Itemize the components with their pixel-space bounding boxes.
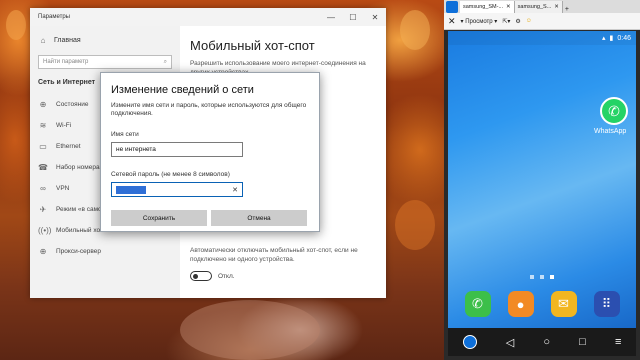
sidebar-item-label: Wi-Fi (56, 122, 72, 129)
gear-icon[interactable]: ⚙ (515, 18, 520, 25)
view-menu-label: Просмотр (465, 18, 493, 25)
page-dot (540, 275, 544, 279)
search-placeholder: Найти параметр (43, 59, 89, 65)
ethernet-icon: ▭ (39, 142, 47, 151)
dialog-title: Изменение сведений о сети (111, 84, 254, 96)
whatsapp-icon[interactable]: ✆ (600, 97, 628, 125)
status-icon: ⊕ (39, 100, 47, 109)
clock: 0:46 (617, 34, 631, 42)
messages-app-icon[interactable]: ✉ (550, 291, 577, 317)
apps-drawer-icon[interactable]: ⠿ (593, 291, 620, 317)
search-input[interactable]: Найти параметр ⌕ (38, 55, 172, 69)
search-icon: ⌕ (163, 58, 167, 65)
add-tab-icon[interactable]: + (565, 6, 569, 13)
status-bar: ▴ ▮ 0:46 (448, 31, 636, 45)
menu-icon[interactable]: ≡ (615, 336, 621, 348)
back-icon[interactable]: ◁ (506, 336, 514, 349)
phone-toolbar: ✕ ▾ Просмотр ▾ ⇱▾ ⚙ ☺ (444, 13, 640, 30)
foliage (400, 10, 430, 50)
contacts-app-icon[interactable]: ● (507, 291, 534, 317)
maximize-button[interactable]: ☐ (342, 13, 364, 22)
tab-label: samsung_S... (517, 4, 552, 10)
close-session-icon[interactable]: ✕ (448, 16, 456, 27)
password-label: Сетевой пароль (не менее 8 символов) (111, 171, 230, 178)
hotspot-icon: ((•)) (38, 226, 52, 235)
vpn-icon: ∞ (40, 184, 46, 193)
home-icon: ⌂ (40, 36, 46, 45)
auto-off-toggle[interactable] (190, 271, 212, 281)
close-tab-icon[interactable]: ✕ (554, 4, 559, 10)
home-icon[interactable]: ○ (543, 336, 550, 348)
settings-titlebar: Параметры — ☐ ✕ (30, 8, 386, 26)
teamviewer-icon (446, 1, 458, 13)
toggle-label: Откл. (218, 272, 235, 280)
home-label: Главная (54, 37, 81, 44)
tab-bar: samsung_SM-... ✕ samsung_S... ✕ + (444, 0, 640, 13)
globe-icon: ⊕ (39, 247, 47, 256)
tab-label: samsung_SM-... (463, 4, 504, 10)
wifi-icon: ≋ (39, 121, 47, 130)
sidebar-item-label: Набор номера (56, 164, 100, 171)
phone-app-icon[interactable]: ✆ (464, 291, 491, 317)
dialog-description: Измените имя сети и пароль, которые испо… (111, 102, 307, 117)
phone-screen[interactable]: ▴ ▮ 0:46 ✆ WhatsApp ✆ ● ✉ ⠿ (448, 31, 636, 328)
foliage (395, 200, 435, 250)
save-button[interactable]: Сохранить (111, 210, 207, 226)
sidebar-item-label: Прокси-сервер (56, 248, 101, 255)
phone-mirror-window: samsung_SM-... ✕ samsung_S... ✕ + ✕ ▾ Пр… (444, 0, 640, 360)
edit-network-dialog: Изменение сведений о сети Измените имя с… (100, 72, 320, 232)
auto-off-toggle-row: Откл. (190, 271, 235, 281)
password-field[interactable]: ✕ (111, 182, 243, 197)
emoji-icon[interactable]: ☺ (526, 18, 532, 24)
tab-device-1[interactable]: samsung_SM-... ✕ (460, 1, 515, 13)
page-title: Мобильный хот-спот (190, 38, 315, 53)
whatsapp-label: WhatsApp (594, 128, 627, 135)
close-tab-icon[interactable]: ✕ (506, 4, 511, 10)
cursor-icon[interactable]: ⇱▾ (502, 18, 510, 25)
password-selection (116, 185, 146, 194)
sidebar-item-label: Состояние (56, 101, 89, 108)
sidebar-item-globe[interactable]: ⊕ Прокси-сервер (30, 241, 180, 262)
network-name-label: Имя сети (111, 131, 139, 138)
phone-nav-bar: ◁ ○ □ ≡ (448, 328, 636, 356)
path (180, 300, 320, 360)
sidebar-item-label: VPN (56, 185, 70, 192)
wifi-icon: ▴ (602, 35, 606, 42)
page-dot (550, 275, 554, 279)
tab-device-2[interactable]: samsung_S... ✕ (514, 1, 563, 13)
network-name-value: не интернета (116, 146, 156, 153)
clear-icon[interactable]: ✕ (232, 186, 238, 194)
window-title: Параметры (38, 14, 70, 20)
close-button[interactable]: ✕ (364, 13, 386, 22)
page-dot (530, 275, 534, 279)
page-indicator (448, 275, 636, 279)
airplane-icon: ✈ (39, 205, 47, 214)
minimize-button[interactable]: — (320, 13, 342, 22)
foliage (6, 10, 26, 40)
view-menu[interactable]: ▾ Просмотр ▾ (461, 18, 498, 25)
sidebar-item-label: Ethernet (56, 143, 81, 150)
sidebar-home[interactable]: ⌂ Главная (30, 26, 180, 53)
dialup-icon: ☎ (38, 163, 48, 172)
app-dock: ✆ ● ✉ ⠿ (448, 291, 636, 317)
battery-icon: ▮ (609, 35, 614, 42)
cancel-button[interactable]: Отмена (211, 210, 307, 226)
recents-icon[interactable]: □ (579, 336, 586, 348)
teamviewer-badge-icon[interactable] (462, 335, 477, 349)
auto-off-description: Автоматически отключать мобильный хот-сп… (190, 247, 358, 263)
network-name-field[interactable]: не интернета (111, 142, 243, 157)
